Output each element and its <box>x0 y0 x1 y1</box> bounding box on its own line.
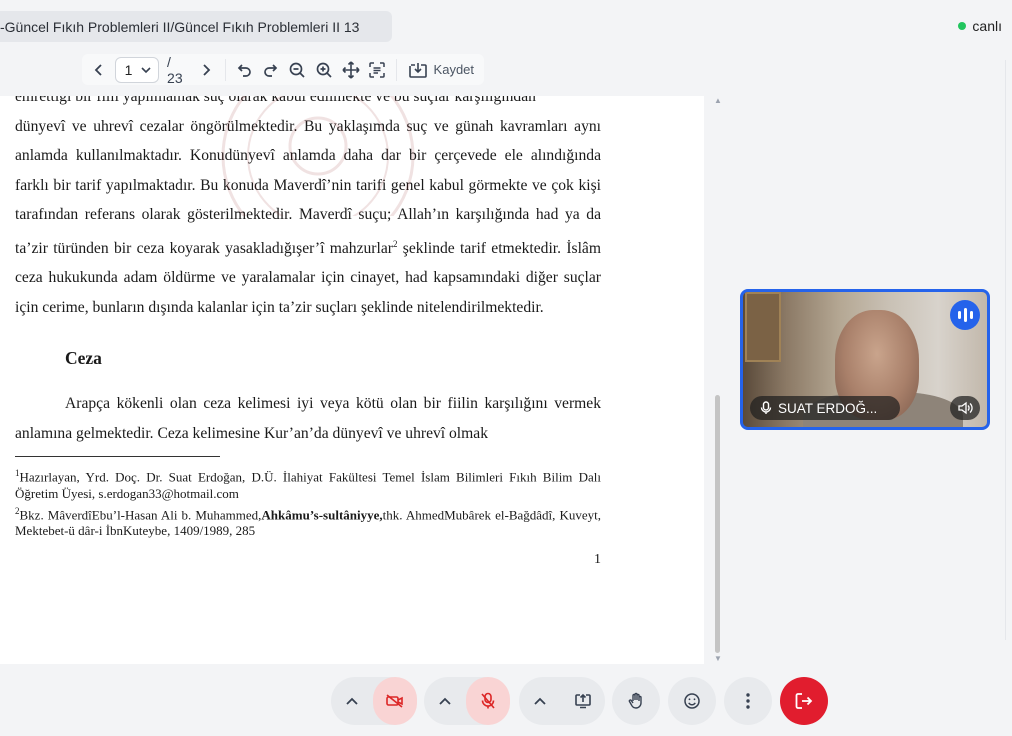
hand-icon <box>628 692 642 709</box>
footnote-2: 2Bkz. MâverdîEbu’l-Hasan Ali b. Muhammed… <box>15 503 601 540</box>
presentation-title-text: -Güncel Fıkıh Problemleri II/Güncel Fıkı… <box>0 18 360 35</box>
microphone-options-button[interactable] <box>424 677 466 725</box>
chevron-right-icon <box>203 63 211 76</box>
next-page-button[interactable] <box>195 58 218 82</box>
camera-options-button[interactable] <box>331 677 373 725</box>
toolbar-divider <box>395 58 397 81</box>
download-icon <box>408 62 427 78</box>
save-button[interactable]: Kaydet <box>404 61 478 79</box>
fit-to-page-icon <box>369 61 386 78</box>
page-number-value: 1 <box>124 61 133 78</box>
meeting-app: -Güncel Fıkıh Problemleri II/Güncel Fıkı… <box>0 0 1012 736</box>
zoom-out-icon <box>289 62 305 78</box>
presentation-title: -Güncel Fıkıh Problemleri II/Güncel Fıkı… <box>0 11 392 42</box>
leave-meeting-button[interactable] <box>780 677 828 725</box>
live-indicator: canlı <box>958 18 1002 34</box>
live-label: canlı <box>972 18 1002 34</box>
chevron-down-icon <box>141 66 151 73</box>
share-options-button[interactable] <box>519 677 561 725</box>
undo-icon <box>237 63 251 77</box>
smiley-icon <box>684 693 700 709</box>
scroll-up-icon[interactable]: ▲ <box>714 96 722 105</box>
paragraph-1-text: dünyevî ve uhrevî cezalar öngörülmektedi… <box>15 117 601 257</box>
microphone-toggle-button[interactable] <box>466 677 510 725</box>
scrollbar-thumb[interactable] <box>715 395 720 653</box>
chevron-up-icon <box>534 697 546 705</box>
reactions-button[interactable] <box>668 677 716 725</box>
page-number-select[interactable]: 1 <box>114 56 160 83</box>
exit-icon <box>795 693 813 709</box>
document-page: emrettiği bir fiili yapılmamak suç olara… <box>15 96 601 568</box>
video-wall-frame <box>745 292 781 362</box>
scroll-down-icon[interactable]: ▼ <box>714 654 722 663</box>
document-viewport[interactable]: emrettiği bir fiili yapılmamak suç olara… <box>0 96 704 664</box>
footnote-1: 1Hazırlayan, Yrd. Doç. Dr. Suat Erdoğan,… <box>15 465 601 502</box>
volume-button[interactable] <box>950 396 980 420</box>
footnote-2-title: Ahkâmu’s-sultâniyye, <box>261 506 383 522</box>
previous-page-button[interactable] <box>88 58 111 82</box>
section-heading: Ceza <box>65 348 102 369</box>
undo-button[interactable] <box>233 58 256 82</box>
move-icon <box>342 60 360 79</box>
live-dot-icon <box>958 22 967 30</box>
microphone-off-icon <box>481 692 495 709</box>
more-vertical-icon <box>746 693 750 709</box>
zoom-in-button[interactable] <box>313 58 336 82</box>
microphone-icon <box>760 401 772 414</box>
fit-page-button[interactable] <box>366 58 389 82</box>
pdf-toolbar: 1 / 23 Kaydet <box>82 53 484 86</box>
camera-off-icon <box>386 694 403 708</box>
participant-name: SUAT ERDOĞ... <box>778 400 878 416</box>
document-text-top: emrettiği bir fiili yapılmamak suç olara… <box>15 96 536 105</box>
redo-icon <box>263 63 277 77</box>
toolbar-divider <box>224 58 226 81</box>
chevron-up-icon <box>439 697 451 705</box>
microphone-control-group <box>424 677 510 725</box>
document-paragraph-1: dünyevî ve uhrevî cezalar öngörülmektedi… <box>15 112 601 323</box>
chevron-left-icon <box>95 63 102 76</box>
footnote-separator <box>15 456 220 458</box>
speaking-indicator-icon <box>950 300 980 330</box>
raise-hand-button[interactable] <box>612 677 660 725</box>
pan-button[interactable] <box>339 58 362 82</box>
more-options-button[interactable] <box>724 677 772 725</box>
redo-button[interactable] <box>259 58 282 82</box>
footnote-2-text-a: Bkz. MâverdîEbu’l-Hasan Ali b. Muhammed, <box>19 506 262 522</box>
camera-control-group <box>331 677 417 725</box>
participant-video-tile[interactable]: SUAT ERDOĞ... <box>740 289 990 430</box>
footnote-1-text: Hazırlayan, Yrd. Doç. Dr. Suat Erdoğan, … <box>15 469 601 502</box>
zoom-in-icon <box>316 62 332 78</box>
document-paragraph-2: Arapça kökenli olan ceza kelimesi iyi ve… <box>15 395 601 442</box>
page-number: 1 <box>594 551 601 567</box>
page-total: / 23 <box>167 53 183 86</box>
save-label: Kaydet <box>433 62 475 77</box>
share-control-group <box>519 677 605 725</box>
camera-toggle-button[interactable] <box>373 677 417 725</box>
screen-share-button[interactable] <box>561 677 605 725</box>
side-panel-edge <box>1005 60 1009 640</box>
chevron-up-icon <box>346 697 358 705</box>
zoom-out-button[interactable] <box>286 58 309 82</box>
participant-name-tag: SUAT ERDOĞ... <box>750 396 900 420</box>
speaker-icon <box>958 401 973 415</box>
screen-share-icon <box>575 693 591 709</box>
